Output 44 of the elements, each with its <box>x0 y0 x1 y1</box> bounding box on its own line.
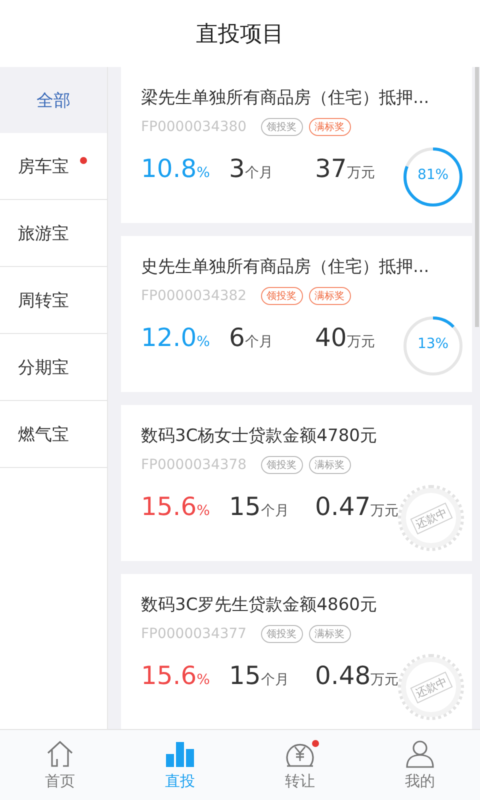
project-title: 史先生单独所有商品房（住宅）抵押... <box>141 256 430 278</box>
project-code: FP0000034382 <box>141 288 247 304</box>
progress-text: 13% <box>416 336 450 352</box>
loan-amount: 40万元 <box>315 323 375 352</box>
reward-tag: 满标奖 <box>308 287 351 305</box>
project-card[interactable]: 数码3C杨女士贷款金额4780元 FP0000034378 领投奖 满标奖 15.6% 15个月 0.47万元 还款中 <box>121 405 472 561</box>
reward-tag: 满标奖 <box>308 456 351 474</box>
interest-rate: 10.8% <box>141 154 211 183</box>
stamp-text: 还款中 <box>410 671 452 703</box>
project-card[interactable]: 数码3C罗先生贷款金额4860元 FP0000034377 领投奖 满标奖 15.6% 15个月 0.48万元 还款中 <box>121 574 472 729</box>
reward-tag: 领投奖 <box>260 287 303 305</box>
project-code: FP0000034380 <box>141 119 247 135</box>
loan-term: 15个月 <box>229 492 290 521</box>
project-card[interactable]: 史先生单独所有商品房（住宅）抵押... FP0000034382 领投奖 满标奖 12.0% 6个月 40万元 13% <box>121 236 472 392</box>
project-code: FP0000034377 <box>141 626 247 642</box>
reward-tag: 领投奖 <box>260 625 303 643</box>
page-title: 直投项目 <box>196 20 284 48</box>
reward-tag: 满标奖 <box>308 118 351 136</box>
project-title: 数码3C罗先生贷款金额4860元 <box>141 594 378 616</box>
bar-chart-icon <box>165 740 195 768</box>
project-card[interactable]: 梁先生单独所有商品房（住宅）抵押... FP0000034380 领投奖 满标奖 10.8% 3个月 37万元 81% <box>121 67 472 223</box>
category-item[interactable]: 全部 <box>0 67 107 133</box>
tab-item[interactable]: 我的 <box>360 730 480 800</box>
loan-amount: 0.47万元 <box>315 492 399 521</box>
interest-rate: 12.0% <box>141 323 211 352</box>
project-title: 梁先生单独所有商品房（住宅）抵押... <box>141 87 430 109</box>
user-icon <box>405 740 435 768</box>
reward-tag: 领投奖 <box>260 456 303 474</box>
reward-tag: 满标奖 <box>308 625 351 643</box>
tab-item[interactable]: 首页 <box>0 730 120 800</box>
loan-term: 15个月 <box>229 661 290 690</box>
interest-rate: 15.6% <box>141 661 211 690</box>
loan-amount: 0.48万元 <box>315 661 399 690</box>
tab-item[interactable]: 转让 <box>240 730 360 800</box>
interest-rate: 15.6% <box>141 492 211 521</box>
loan-term: 6个月 <box>229 323 274 352</box>
progress-text: 81% <box>416 167 450 183</box>
loan-term: 3个月 <box>229 154 274 183</box>
project-title: 数码3C杨女士贷款金额4780元 <box>141 425 378 447</box>
project-code: FP0000034378 <box>141 457 247 473</box>
loan-amount: 37万元 <box>315 154 375 183</box>
stamp-text: 还款中 <box>410 502 452 534</box>
home-icon <box>45 740 75 768</box>
reward-tag: 领投奖 <box>260 118 303 136</box>
